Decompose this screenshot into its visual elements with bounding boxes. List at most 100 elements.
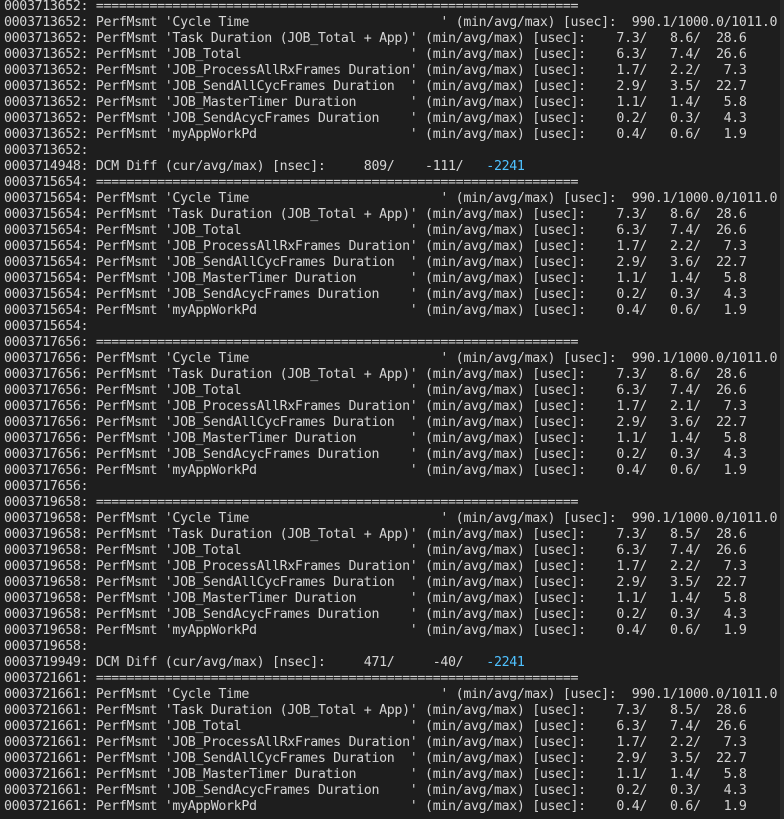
log-line: 0003717656: PerfMsmt 'myAppWorkPd ' (min…: [4, 463, 747, 479]
log-line: 0003715654: PerfMsmt 'myAppWorkPd ' (min…: [4, 303, 747, 319]
log-line-text: 0003715654: PerfMsmt 'Cycle Time ' (min/…: [4, 191, 778, 206]
log-line-text: 0003715654:: [4, 319, 89, 334]
log-line-text: 0003717656: PerfMsmt 'JOB_SendAcycFrames…: [4, 447, 747, 462]
log-line-text: 0003719658: PerfMsmt 'JOB_MasterTimer Du…: [4, 591, 747, 606]
log-line-text: 0003717656: PerfMsmt 'JOB_MasterTimer Du…: [4, 431, 747, 446]
log-line: 0003719658: PerfMsmt 'myAppWorkPd ' (min…: [4, 623, 747, 639]
log-line: 0003719658: PerfMsmt 'JOB_SendAllCycFram…: [4, 575, 747, 591]
log-line: 0003721661: PerfMsmt 'JOB_Total ' (min/a…: [4, 719, 747, 735]
log-line: 0003713652:: [4, 143, 89, 159]
log-line: 0003719658:: [4, 639, 89, 655]
log-line: 0003721661: PerfMsmt 'Task Duration (JOB…: [4, 703, 747, 719]
log-line: 0003721661: ============================…: [4, 671, 579, 687]
log-line-text: 0003715654: PerfMsmt 'JOB_SendAllCycFram…: [4, 255, 747, 270]
log-line: 0003715654:: [4, 319, 89, 335]
terminal-output[interactable]: 0003713652: ============================…: [0, 0, 784, 819]
log-line-text: 0003719658: PerfMsmt 'myAppWorkPd ' (min…: [4, 623, 747, 638]
log-line: 0003719658: PerfMsmt 'JOB_SendAcycFrames…: [4, 607, 747, 623]
log-line-text: 0003717656: PerfMsmt 'JOB_ProcessAllRxFr…: [4, 399, 747, 414]
log-line-highlight: -2241: [486, 655, 525, 670]
log-line-text: 0003713652: PerfMsmt 'JOB_ProcessAllRxFr…: [4, 63, 747, 78]
log-line-text: 0003715654: PerfMsmt 'Task Duration (JOB…: [4, 207, 747, 222]
log-line-text: 0003717656: ============================…: [4, 335, 579, 350]
log-line-text: 0003721661: PerfMsmt 'Cycle Time ' (min/…: [4, 687, 778, 702]
log-line-text: 0003719658: PerfMsmt 'JOB_ProcessAllRxFr…: [4, 559, 747, 574]
log-line: 0003717656: PerfMsmt 'Cycle Time ' (min/…: [4, 351, 778, 367]
log-line-text: 0003717656: PerfMsmt 'myAppWorkPd ' (min…: [4, 463, 747, 478]
log-line: 0003721661: PerfMsmt 'JOB_MasterTimer Du…: [4, 767, 747, 783]
log-line: 0003713652: PerfMsmt 'JOB_SendAllCycFram…: [4, 79, 747, 95]
log-line: 0003721661: PerfMsmt 'JOB_SendAcycFrames…: [4, 783, 747, 799]
log-line-text: 0003717656:: [4, 479, 89, 494]
log-line-text: 0003719658: PerfMsmt 'JOB_SendAllCycFram…: [4, 575, 747, 590]
log-line-text: 0003721661: PerfMsmt 'JOB_SendAllCycFram…: [4, 751, 747, 766]
log-line: 0003714948: DCM Diff (cur/avg/max) [nsec…: [4, 159, 525, 175]
log-line-text: 0003713652:: [4, 143, 89, 158]
log-line: 0003717656: PerfMsmt 'JOB_SendAcycFrames…: [4, 447, 747, 463]
log-line: 0003717656: PerfMsmt 'JOB_MasterTimer Du…: [4, 431, 747, 447]
scrollbar[interactable]: [780, 0, 784, 819]
log-line: 0003713652: PerfMsmt 'JOB_ProcessAllRxFr…: [4, 63, 747, 79]
log-line-text: 0003713652: PerfMsmt 'myAppWorkPd ' (min…: [4, 127, 747, 142]
log-line-text: 0003713652: PerfMsmt 'Cycle Time ' (min/…: [4, 15, 778, 30]
log-line: 0003715654: PerfMsmt 'JOB_SendAllCycFram…: [4, 255, 747, 271]
log-line-text: 0003719658: PerfMsmt 'JOB_SendAcycFrames…: [4, 607, 747, 622]
log-line: 0003715654: PerfMsmt 'JOB_ProcessAllRxFr…: [4, 239, 747, 255]
log-line: 0003715654: PerfMsmt 'Task Duration (JOB…: [4, 207, 747, 223]
log-line-text: 0003717656: PerfMsmt 'Cycle Time ' (min/…: [4, 351, 778, 366]
log-line: 0003715654: PerfMsmt 'JOB_SendAcycFrames…: [4, 287, 747, 303]
log-line: 0003713652: PerfMsmt 'myAppWorkPd ' (min…: [4, 127, 747, 143]
log-line: 0003713652: PerfMsmt 'JOB_MasterTimer Du…: [4, 95, 747, 111]
log-line: 0003715654: PerfMsmt 'JOB_MasterTimer Du…: [4, 271, 747, 287]
log-line-text: 0003719658:: [4, 639, 89, 654]
log-line: 0003717656: PerfMsmt 'Task Duration (JOB…: [4, 367, 747, 383]
log-line: 0003717656:: [4, 479, 89, 495]
log-line: 0003715654: PerfMsmt 'JOB_Total ' (min/a…: [4, 223, 747, 239]
log-line: 0003713652: ============================…: [4, 0, 579, 15]
log-line-text: 0003721661: ============================…: [4, 671, 579, 686]
log-line-highlight: -2241: [486, 159, 525, 174]
log-line: 0003713652: PerfMsmt 'JOB_SendAcycFrames…: [4, 111, 747, 127]
log-line: 0003713652: PerfMsmt 'Task Duration (JOB…: [4, 31, 747, 47]
log-line-text: 0003719658: ============================…: [4, 495, 579, 510]
log-line: 0003719658: ============================…: [4, 495, 579, 511]
log-line-text: 0003721661: PerfMsmt 'JOB_SendAcycFrames…: [4, 783, 747, 798]
log-line-text: 0003721661: PerfMsmt 'myAppWorkPd ' (min…: [4, 799, 747, 814]
log-line-text: 0003713652: PerfMsmt 'Task Duration (JOB…: [4, 31, 747, 46]
log-line: 0003719949: DCM Diff (cur/avg/max) [nsec…: [4, 655, 525, 671]
log-line: 0003717656: ============================…: [4, 335, 579, 351]
log-line-text: 0003713652: ============================…: [4, 0, 579, 14]
log-line-text: 0003721661: PerfMsmt 'JOB_Total ' (min/a…: [4, 719, 747, 734]
log-line-text: 0003713652: PerfMsmt 'JOB_SendAllCycFram…: [4, 79, 747, 94]
log-line-text: 0003715654: PerfMsmt 'JOB_Total ' (min/a…: [4, 223, 747, 238]
log-line-text: 0003717656: PerfMsmt 'JOB_SendAllCycFram…: [4, 415, 747, 430]
log-line-text: 0003717656: PerfMsmt 'JOB_Total ' (min/a…: [4, 383, 747, 398]
log-line: 0003719658: PerfMsmt 'JOB_ProcessAllRxFr…: [4, 559, 747, 575]
log-line-text: 0003719949: DCM Diff (cur/avg/max) [nsec…: [4, 655, 487, 670]
log-line-text: 0003719658: PerfMsmt 'Cycle Time ' (min/…: [4, 511, 778, 526]
log-line-text: 0003721661: PerfMsmt 'JOB_ProcessAllRxFr…: [4, 735, 747, 750]
log-line: 0003713652: PerfMsmt 'JOB_Total ' (min/a…: [4, 47, 747, 63]
log-line-text: 0003719658: PerfMsmt 'Task Duration (JOB…: [4, 527, 747, 542]
log-line: 0003717656: PerfMsmt 'JOB_Total ' (min/a…: [4, 383, 747, 399]
log-line: 0003717656: PerfMsmt 'JOB_SendAllCycFram…: [4, 415, 747, 431]
log-line-text: 0003713652: PerfMsmt 'JOB_Total ' (min/a…: [4, 47, 747, 62]
log-line: 0003719658: PerfMsmt 'Cycle Time ' (min/…: [4, 511, 778, 527]
log-line: 0003713652: PerfMsmt 'Cycle Time ' (min/…: [4, 15, 778, 31]
log-line-text: 0003719658: PerfMsmt 'JOB_Total ' (min/a…: [4, 543, 747, 558]
log-line: 0003715654: PerfMsmt 'Cycle Time ' (min/…: [4, 191, 778, 207]
log-line-text: 0003721661: PerfMsmt 'Task Duration (JOB…: [4, 703, 747, 718]
log-line: 0003719658: PerfMsmt 'JOB_Total ' (min/a…: [4, 543, 747, 559]
log-line-text: 0003714948: DCM Diff (cur/avg/max) [nsec…: [4, 159, 487, 174]
log-line-text: 0003713652: PerfMsmt 'JOB_MasterTimer Du…: [4, 95, 747, 110]
log-line: 0003717656: PerfMsmt 'JOB_ProcessAllRxFr…: [4, 399, 747, 415]
log-line-text: 0003715654: ============================…: [4, 175, 579, 190]
log-line: 0003721661: PerfMsmt 'myAppWorkPd ' (min…: [4, 799, 747, 815]
log-line-text: 0003721661: PerfMsmt 'JOB_MasterTimer Du…: [4, 767, 747, 782]
log-line-text: 0003715654: PerfMsmt 'JOB_ProcessAllRxFr…: [4, 239, 747, 254]
log-line-text: 0003713652: PerfMsmt 'JOB_SendAcycFrames…: [4, 111, 747, 126]
log-line-text: 0003717656: PerfMsmt 'Task Duration (JOB…: [4, 367, 747, 382]
log-line: 0003719658: PerfMsmt 'Task Duration (JOB…: [4, 527, 747, 543]
log-line: 0003715654: ============================…: [4, 175, 579, 191]
log-line-text: 0003715654: PerfMsmt 'JOB_MasterTimer Du…: [4, 271, 747, 286]
